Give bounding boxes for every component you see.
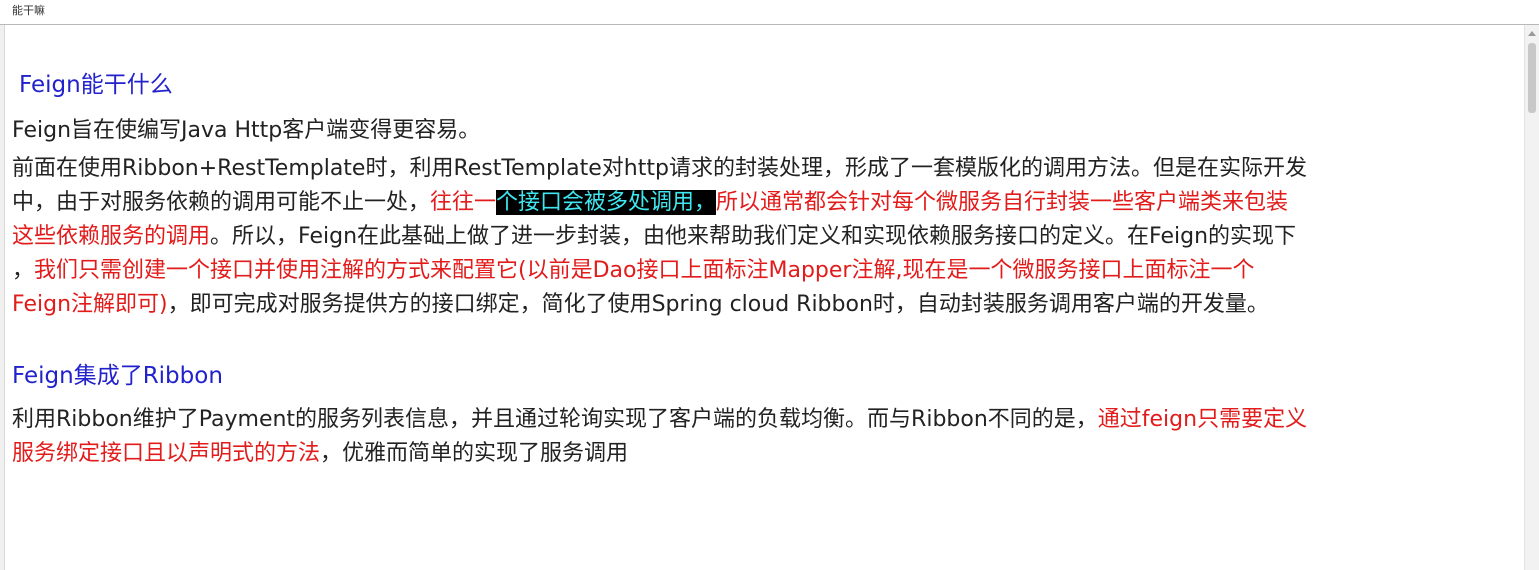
text-line: 这些依赖服务的调用。所以，Feign在此基础上做了进一步封装，由他来帮助我们定义… — [12, 220, 1517, 254]
text-line: 服务绑定接口且以声明式的方法，优雅而简单的实现了服务调用 — [12, 437, 1517, 471]
text-run: 利用Ribbon维护了Payment的服务列表信息，并且通过轮询实现了客户端的负… — [12, 407, 1098, 432]
emphasis-text: 我们只需创建一个接口并使用注解的方式来配置它(以前是Dao接口上面标注Mappe… — [34, 258, 1255, 283]
text-line: ，我们只需创建一个接口并使用注解的方式来配置它(以前是Dao接口上面标注Mapp… — [12, 254, 1517, 288]
window-title: 能干嘛 — [12, 4, 45, 17]
text-line: 前面在使用Ribbon+RestTemplate时，利用RestTemplate… — [12, 156, 1307, 181]
text-run: ，优雅而简单的实现了服务调用 — [320, 441, 629, 466]
emphasis-text: 所以通常都会针对每个微服务自行封装一些客户端类来包装 — [716, 190, 1289, 215]
vertical-scrollbar[interactable] — [1524, 25, 1539, 570]
document-content: Feign能干什么 Feign旨在使编写Java Http客户端变得更容易。 前… — [12, 68, 1517, 471]
scroll-up-arrow-icon[interactable] — [1528, 31, 1536, 36]
paragraph-feign-ribbon: 利用Ribbon维护了Payment的服务列表信息，并且通过轮询实现了客户端的负… — [12, 403, 1517, 471]
text-line: Feign注解即可)，即可完成对服务提供方的接口绑定，简化了使用Spring c… — [12, 288, 1517, 322]
heading-feign-ribbon: Feign集成了Ribbon — [12, 363, 223, 389]
paragraph-feign-purpose: Feign旨在使编写Java Http客户端变得更容易。 — [12, 118, 481, 143]
emphasis-text: 通过feign只需要定义 — [1097, 407, 1308, 432]
emphasis-text: 这些依赖服务的调用 — [12, 224, 211, 249]
paragraph-feign-details: 前面在使用Ribbon+RestTemplate时，利用RestTemplate… — [12, 152, 1517, 322]
emphasis-text: 服务绑定接口且以声明式的方法 — [12, 441, 321, 466]
window-titlebar: 能干嘛 — [0, 0, 1539, 25]
text-run: 。所以，Feign在此基础上做了进一步封装，由他来帮助我们定义和实现依赖服务接口… — [210, 224, 1297, 249]
text-run: ， — [12, 258, 35, 283]
emphasis-text: 往往一 — [430, 190, 497, 215]
heading-feign-capabilities: Feign能干什么 — [19, 72, 173, 98]
text-run: 中，由于对服务依赖的调用可能不止一处， — [12, 190, 431, 215]
text-run: ，即可完成对服务提供方的接口绑定，简化了使用Spring cloud Ribbo… — [167, 292, 1269, 317]
emphasis-text: Feign注解即可) — [12, 292, 168, 317]
text-line: 中，由于对服务依赖的调用可能不止一处，往往一个接口会被多处调用，所以通常都会针对… — [12, 186, 1517, 220]
left-border — [0, 25, 5, 570]
text-line: 利用Ribbon维护了Payment的服务列表信息，并且通过轮询实现了客户端的负… — [12, 403, 1517, 437]
scroll-thumb[interactable] — [1528, 43, 1536, 113]
selected-text: 个接口会被多处调用， — [496, 190, 717, 215]
